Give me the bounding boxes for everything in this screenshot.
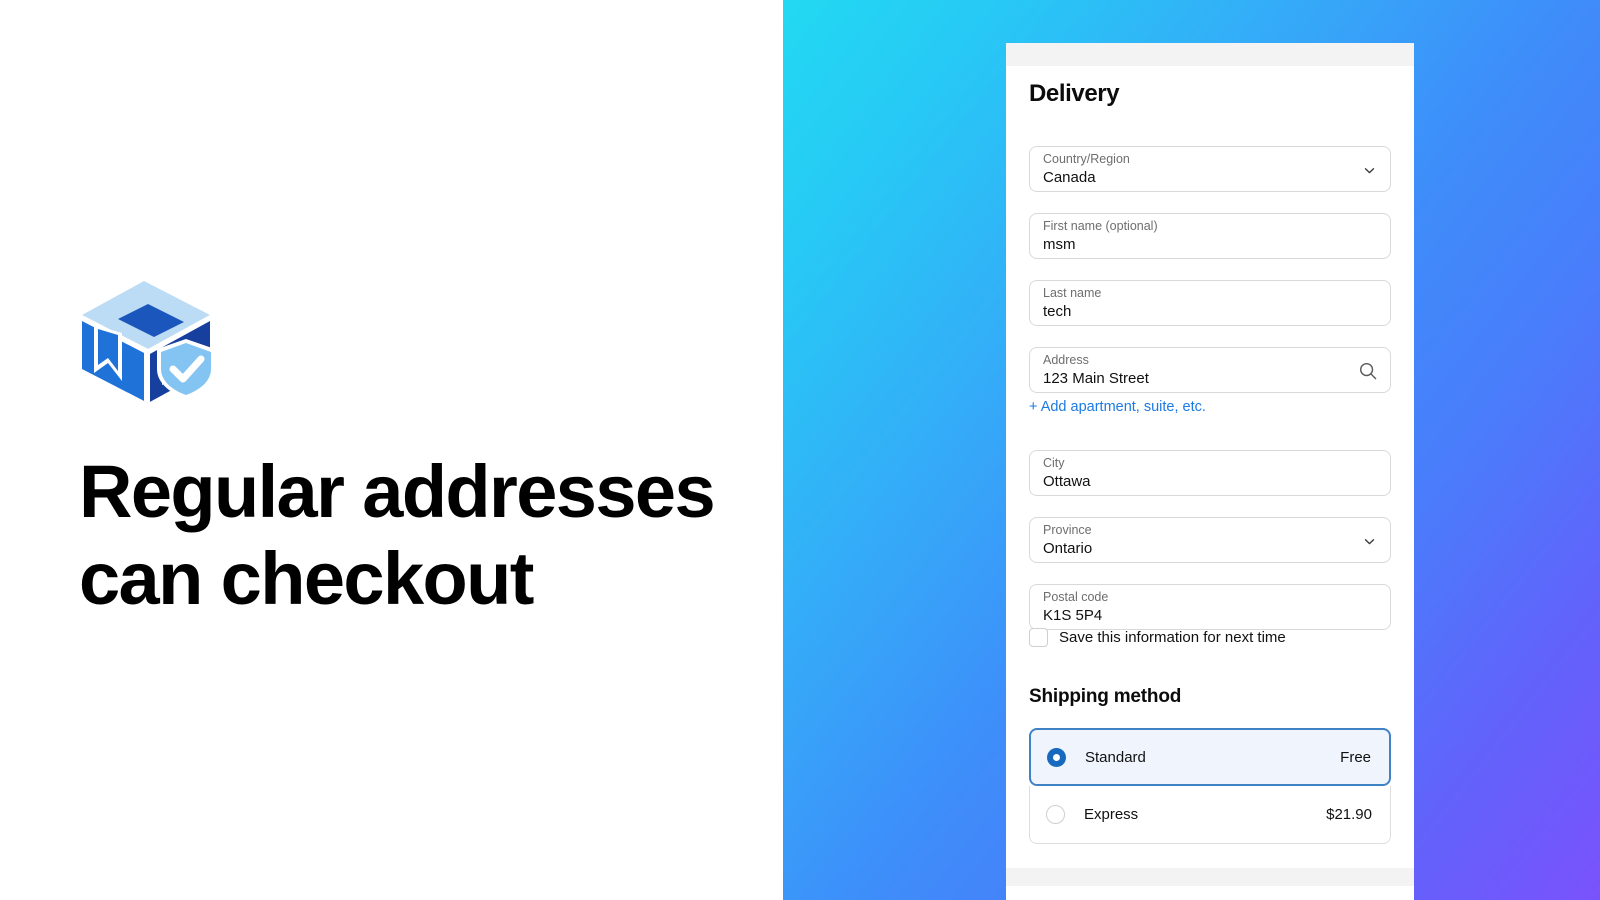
left-promo-panel: Regular addresses can checkout	[0, 0, 783, 900]
address-field[interactable]: Address 123 Main Street	[1029, 347, 1391, 393]
last-name-label: Last name	[1043, 286, 1102, 300]
card-bottom-bar	[1006, 868, 1414, 886]
postal-code-label: Postal code	[1043, 590, 1109, 604]
search-icon[interactable]	[1358, 361, 1378, 381]
city-label: City	[1043, 456, 1065, 470]
postal-code-field[interactable]: Postal code K1S 5P4	[1029, 584, 1391, 630]
postal-code-value: K1S 5P4	[1043, 607, 1103, 624]
shipping-option-standard-price: Free	[1340, 748, 1371, 766]
address-label: Address	[1043, 353, 1089, 367]
headline-line-2: can checkout	[79, 537, 534, 621]
save-information-row[interactable]: Save this information for next time	[1029, 628, 1286, 647]
province-value: Ontario	[1043, 540, 1093, 557]
shipping-option-express-label: Express	[1084, 806, 1139, 823]
last-name-value: tech	[1043, 303, 1072, 320]
chevron-down-icon	[1363, 535, 1376, 548]
shipping-option-express-price: $21.90	[1326, 806, 1372, 823]
checkout-card: Delivery Country/Region Canada First nam…	[1006, 43, 1414, 900]
page-headline: Regular addresses can checkout	[79, 448, 719, 623]
first-name-field[interactable]: First name (optional) msm	[1029, 213, 1391, 259]
save-information-checkbox[interactable]	[1029, 628, 1048, 647]
headline-line-1: Regular addresses	[79, 450, 716, 533]
chevron-down-icon	[1363, 164, 1376, 177]
province-select[interactable]: Province Ontario	[1029, 517, 1391, 563]
province-label: Province	[1043, 523, 1092, 537]
radio-unselected-icon[interactable]	[1046, 805, 1065, 824]
card-top-bar	[1006, 43, 1414, 66]
shipping-option-express[interactable]: Express $21.90	[1029, 786, 1391, 844]
delivery-section-title: Delivery	[1029, 80, 1120, 107]
shipping-option-standard[interactable]: Standard Free	[1029, 728, 1391, 786]
package-with-shield-icon	[78, 277, 218, 409]
country-region-select[interactable]: Country/Region Canada	[1029, 146, 1391, 192]
shipping-option-standard-label: Standard	[1085, 748, 1146, 766]
first-name-label: First name (optional)	[1043, 219, 1158, 233]
country-region-label: Country/Region	[1043, 152, 1130, 166]
shipping-method-title: Shipping method	[1029, 686, 1182, 707]
last-name-field[interactable]: Last name tech	[1029, 280, 1391, 326]
city-value: Ottawa	[1043, 473, 1091, 490]
address-value: 123 Main Street	[1043, 370, 1149, 387]
add-apartment-link[interactable]: + Add apartment, suite, etc.	[1029, 399, 1206, 415]
first-name-value: msm	[1043, 236, 1076, 253]
radio-selected-icon[interactable]	[1047, 747, 1066, 767]
city-field[interactable]: City Ottawa	[1029, 450, 1391, 496]
shipping-method-group: Standard Free Express $21.90	[1029, 728, 1391, 844]
country-region-value: Canada	[1043, 169, 1096, 186]
screenshot-root: Regular addresses can checkout Delivery …	[0, 0, 1600, 900]
save-information-label: Save this information for next time	[1059, 629, 1286, 646]
